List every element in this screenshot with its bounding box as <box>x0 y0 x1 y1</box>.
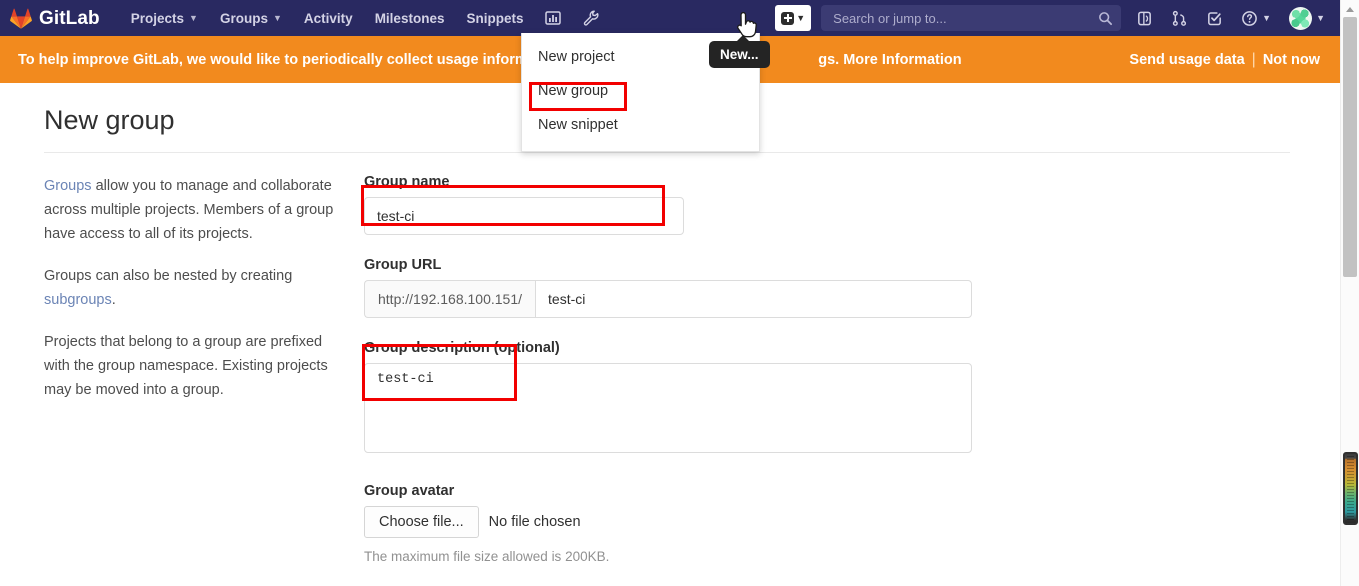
group-name-label: Group name <box>364 174 450 190</box>
nav-item-groups-label: Groups <box>219 10 268 26</box>
question-circle-icon <box>1242 10 1258 26</box>
new-group-form: Group name Group URL http://192.168.100.… <box>364 174 974 586</box>
group-description-textarea[interactable]: test-ci <box>364 363 972 453</box>
info-paragraph-3: Projects that belong to a group are pref… <box>44 334 328 398</box>
menu-item-new-project-label: New project <box>538 49 615 65</box>
nav-item-projects[interactable]: Projects ▼ <box>120 0 209 36</box>
group-url-input-group: http://192.168.100.151/ <box>364 280 972 318</box>
menu-item-new-group-label: New group <box>538 83 609 99</box>
scrollbar-track[interactable] <box>1343 17 1357 277</box>
nav-item-snippets-label: Snippets <box>466 10 524 26</box>
menu-item-new-snippet-label: New snippet <box>538 117 618 133</box>
wrench-icon <box>584 10 599 26</box>
new-dropdown-button[interactable]: ▼ <box>775 5 812 31</box>
nav-item-groups[interactable]: Groups ▼ <box>209 0 293 36</box>
help-icon[interactable]: ▼ <box>1232 0 1280 36</box>
info-paragraph-2-start: Groups can also be nested by creating <box>44 268 293 284</box>
scroll-up-button[interactable] <box>1341 1 1359 17</box>
vertical-scrollbar[interactable] <box>1340 0 1359 586</box>
not-now-link[interactable]: Not now <box>1263 52 1320 68</box>
issues-icon[interactable] <box>1127 0 1162 36</box>
primary-nav-links: Projects ▼ Groups ▼ Activity Milestones … <box>120 0 611 36</box>
nav-item-milestones-label: Milestones <box>374 10 445 26</box>
chevron-down-icon: ▼ <box>189 13 198 23</box>
brand-name: GitLab <box>39 7 100 29</box>
chevron-down-icon: ▼ <box>1262 13 1272 23</box>
info-column: Groups allow you to manage and collabora… <box>44 174 364 586</box>
info-paragraph-2-end: . <box>111 292 116 308</box>
gitlab-new-group-page: GitLab Projects ▼ Groups ▼ Activity Mile… <box>0 0 1359 586</box>
nav-item-activity-label: Activity <box>303 10 353 26</box>
banner-message: To help improve GitLab, we would like to… <box>18 52 962 68</box>
search-icon <box>1098 11 1113 26</box>
avatar <box>1289 6 1313 30</box>
nav-item-activity[interactable]: Activity <box>293 0 364 36</box>
chevron-down-icon: ▼ <box>1316 13 1325 23</box>
group-url-label: Group URL <box>364 257 442 273</box>
group-url-field: Group URL http://192.168.100.151/ <box>364 257 974 318</box>
chevron-down-icon: ▼ <box>796 13 806 23</box>
menu-item-new-group[interactable]: New group <box>522 75 759 107</box>
group-url-prefix: http://192.168.100.151/ <box>364 280 536 318</box>
search-input[interactable]: Search or jump to... <box>821 5 1122 31</box>
title-divider <box>44 152 1290 153</box>
tanuki-logo-icon <box>10 8 32 29</box>
menu-item-new-snippet[interactable]: New snippet <box>522 109 759 141</box>
analytics-icon[interactable] <box>534 0 572 36</box>
chevron-up-icon <box>1346 6 1354 12</box>
issues-glyph-icon <box>1138 11 1152 25</box>
avatar-help-text: The maximum file size allowed is 200KB. <box>364 549 610 564</box>
two-column-layout: Groups allow you to manage and collabora… <box>44 174 1296 586</box>
navbar-right-cluster: ▼ Search or jump to... ▼ ▼ <box>775 0 1340 36</box>
tooltip-label: New... <box>720 47 759 62</box>
admin-wrench-icon[interactable] <box>572 0 610 36</box>
group-description-label: Group description (optional) <box>364 340 560 356</box>
group-description-field: Group description (optional) test-ci <box>364 340 974 458</box>
page-content: New group Groups allow you to manage and… <box>0 83 1340 586</box>
new-button-tooltip: New... <box>709 35 770 68</box>
file-input-row: Choose file... No file chosen <box>364 506 974 538</box>
user-menu[interactable]: ▼ <box>1280 0 1334 36</box>
merge-requests-icon[interactable] <box>1162 0 1197 36</box>
analytics-bars-icon <box>545 11 562 25</box>
info-paragraph-1: Groups allow you to manage and collabora… <box>44 174 344 246</box>
file-status-text: No file chosen <box>488 514 581 530</box>
banner-separator: | <box>1251 50 1256 68</box>
group-avatar-label: Group avatar <box>364 483 455 499</box>
group-url-path-input[interactable] <box>535 280 972 318</box>
chevron-down-icon: ▼ <box>272 13 282 23</box>
nav-item-snippets[interactable]: Snippets <box>455 0 534 36</box>
todos-icon[interactable] <box>1197 0 1232 36</box>
banner-message-head: To help improve GitLab, we would like to… <box>18 51 589 68</box>
group-name-field: Group name <box>364 174 974 235</box>
group-name-input[interactable] <box>364 197 684 235</box>
top-navbar: GitLab Projects ▼ Groups ▼ Activity Mile… <box>0 0 1340 36</box>
plus-square-icon <box>781 11 795 25</box>
search-placeholder: Search or jump to... <box>833 10 947 26</box>
banner-actions: Send usage data | Not now <box>1129 51 1320 69</box>
nav-item-milestones[interactable]: Milestones <box>364 0 456 36</box>
group-avatar-field: Group avatar Choose file... No file chos… <box>364 483 974 564</box>
merge-request-glyph-icon <box>1172 10 1187 26</box>
info-paragraph-2: Groups can also be nested by creating su… <box>44 264 344 312</box>
nav-item-projects-label: Projects <box>130 10 185 26</box>
gitlab-logo-home-link[interactable]: GitLab <box>0 0 110 36</box>
groups-doc-link[interactable]: Groups <box>44 178 92 194</box>
subgroups-doc-link[interactable]: subgroups <box>44 292 112 308</box>
choose-file-button[interactable]: Choose file... <box>364 506 479 538</box>
send-usage-data-link[interactable]: Send usage data <box>1129 52 1244 68</box>
banner-message-tail: gs. More Information <box>818 51 962 68</box>
scrollbar-thumb[interactable] <box>1343 452 1358 525</box>
todo-check-glyph-icon <box>1208 11 1222 25</box>
